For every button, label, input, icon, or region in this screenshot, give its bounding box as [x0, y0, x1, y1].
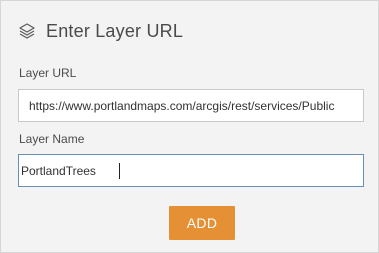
panel-header: Enter Layer URL	[18, 19, 183, 43]
layers-icon	[18, 22, 36, 40]
layer-name-input[interactable]	[18, 154, 364, 187]
layer-name-label: Layer Name	[19, 132, 85, 146]
panel-title: Enter Layer URL	[46, 20, 184, 41]
add-layer-url-panel: Enter Layer URL Layer URL Layer Name ADD	[0, 0, 379, 253]
layer-url-input[interactable]	[18, 89, 364, 122]
layer-url-label: Layer URL	[19, 66, 77, 80]
text-cursor	[119, 163, 120, 179]
add-button[interactable]: ADD	[169, 206, 235, 240]
